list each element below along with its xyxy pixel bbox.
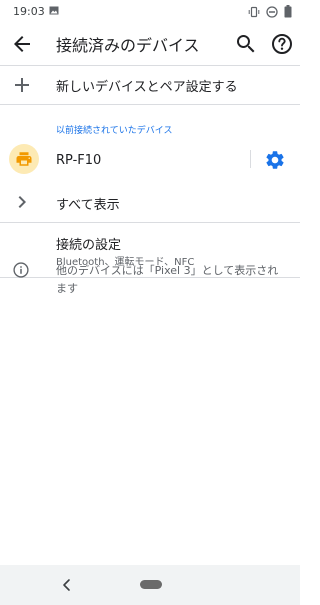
vibrate-icon	[248, 6, 260, 17]
do-not-disturb-icon	[266, 5, 278, 18]
nav-back-icon[interactable]	[60, 578, 74, 592]
home-pill-button[interactable]	[140, 580, 162, 589]
pair-new-device-item[interactable]: 新しいデバイスとペア設定する	[0, 66, 300, 104]
gear-icon[interactable]	[264, 149, 286, 171]
status-icons	[248, 5, 292, 18]
printer-avatar	[9, 144, 39, 174]
info-icon	[13, 262, 29, 278]
connection-preferences-title: 接続の設定	[56, 238, 122, 253]
app-bar: 接続済みのデバイス	[0, 24, 300, 64]
see-all-item[interactable]: すべて表示	[0, 183, 300, 221]
divider	[0, 104, 300, 105]
plus-icon	[15, 78, 29, 92]
pair-new-device-label: 新しいデバイスとペア設定する	[56, 80, 238, 95]
arrow-back-icon[interactable]	[10, 32, 34, 56]
printer-icon	[16, 152, 32, 166]
status-bar: 19:03	[0, 0, 300, 24]
navigation-bar	[0, 565, 300, 605]
search-icon[interactable]	[234, 32, 258, 56]
device-visibility-info: 他のデバイスには「Pixel 3」として表示されます	[56, 264, 279, 295]
see-all-label: すべて表示	[56, 198, 120, 213]
help-icon[interactable]	[270, 32, 294, 56]
battery-icon	[284, 5, 292, 18]
device-name: RP-F10	[56, 153, 102, 168]
section-heading: 以前接続されていたデバイス	[56, 126, 173, 136]
page-title: 接続済みのデバイス	[56, 36, 200, 55]
image-notification-icon	[49, 6, 59, 15]
status-time: 19:03	[13, 5, 45, 18]
vertical-divider	[250, 150, 251, 168]
device-item-rp-f10[interactable]: RP-F10	[0, 140, 300, 180]
chevron-right-icon	[18, 196, 26, 208]
